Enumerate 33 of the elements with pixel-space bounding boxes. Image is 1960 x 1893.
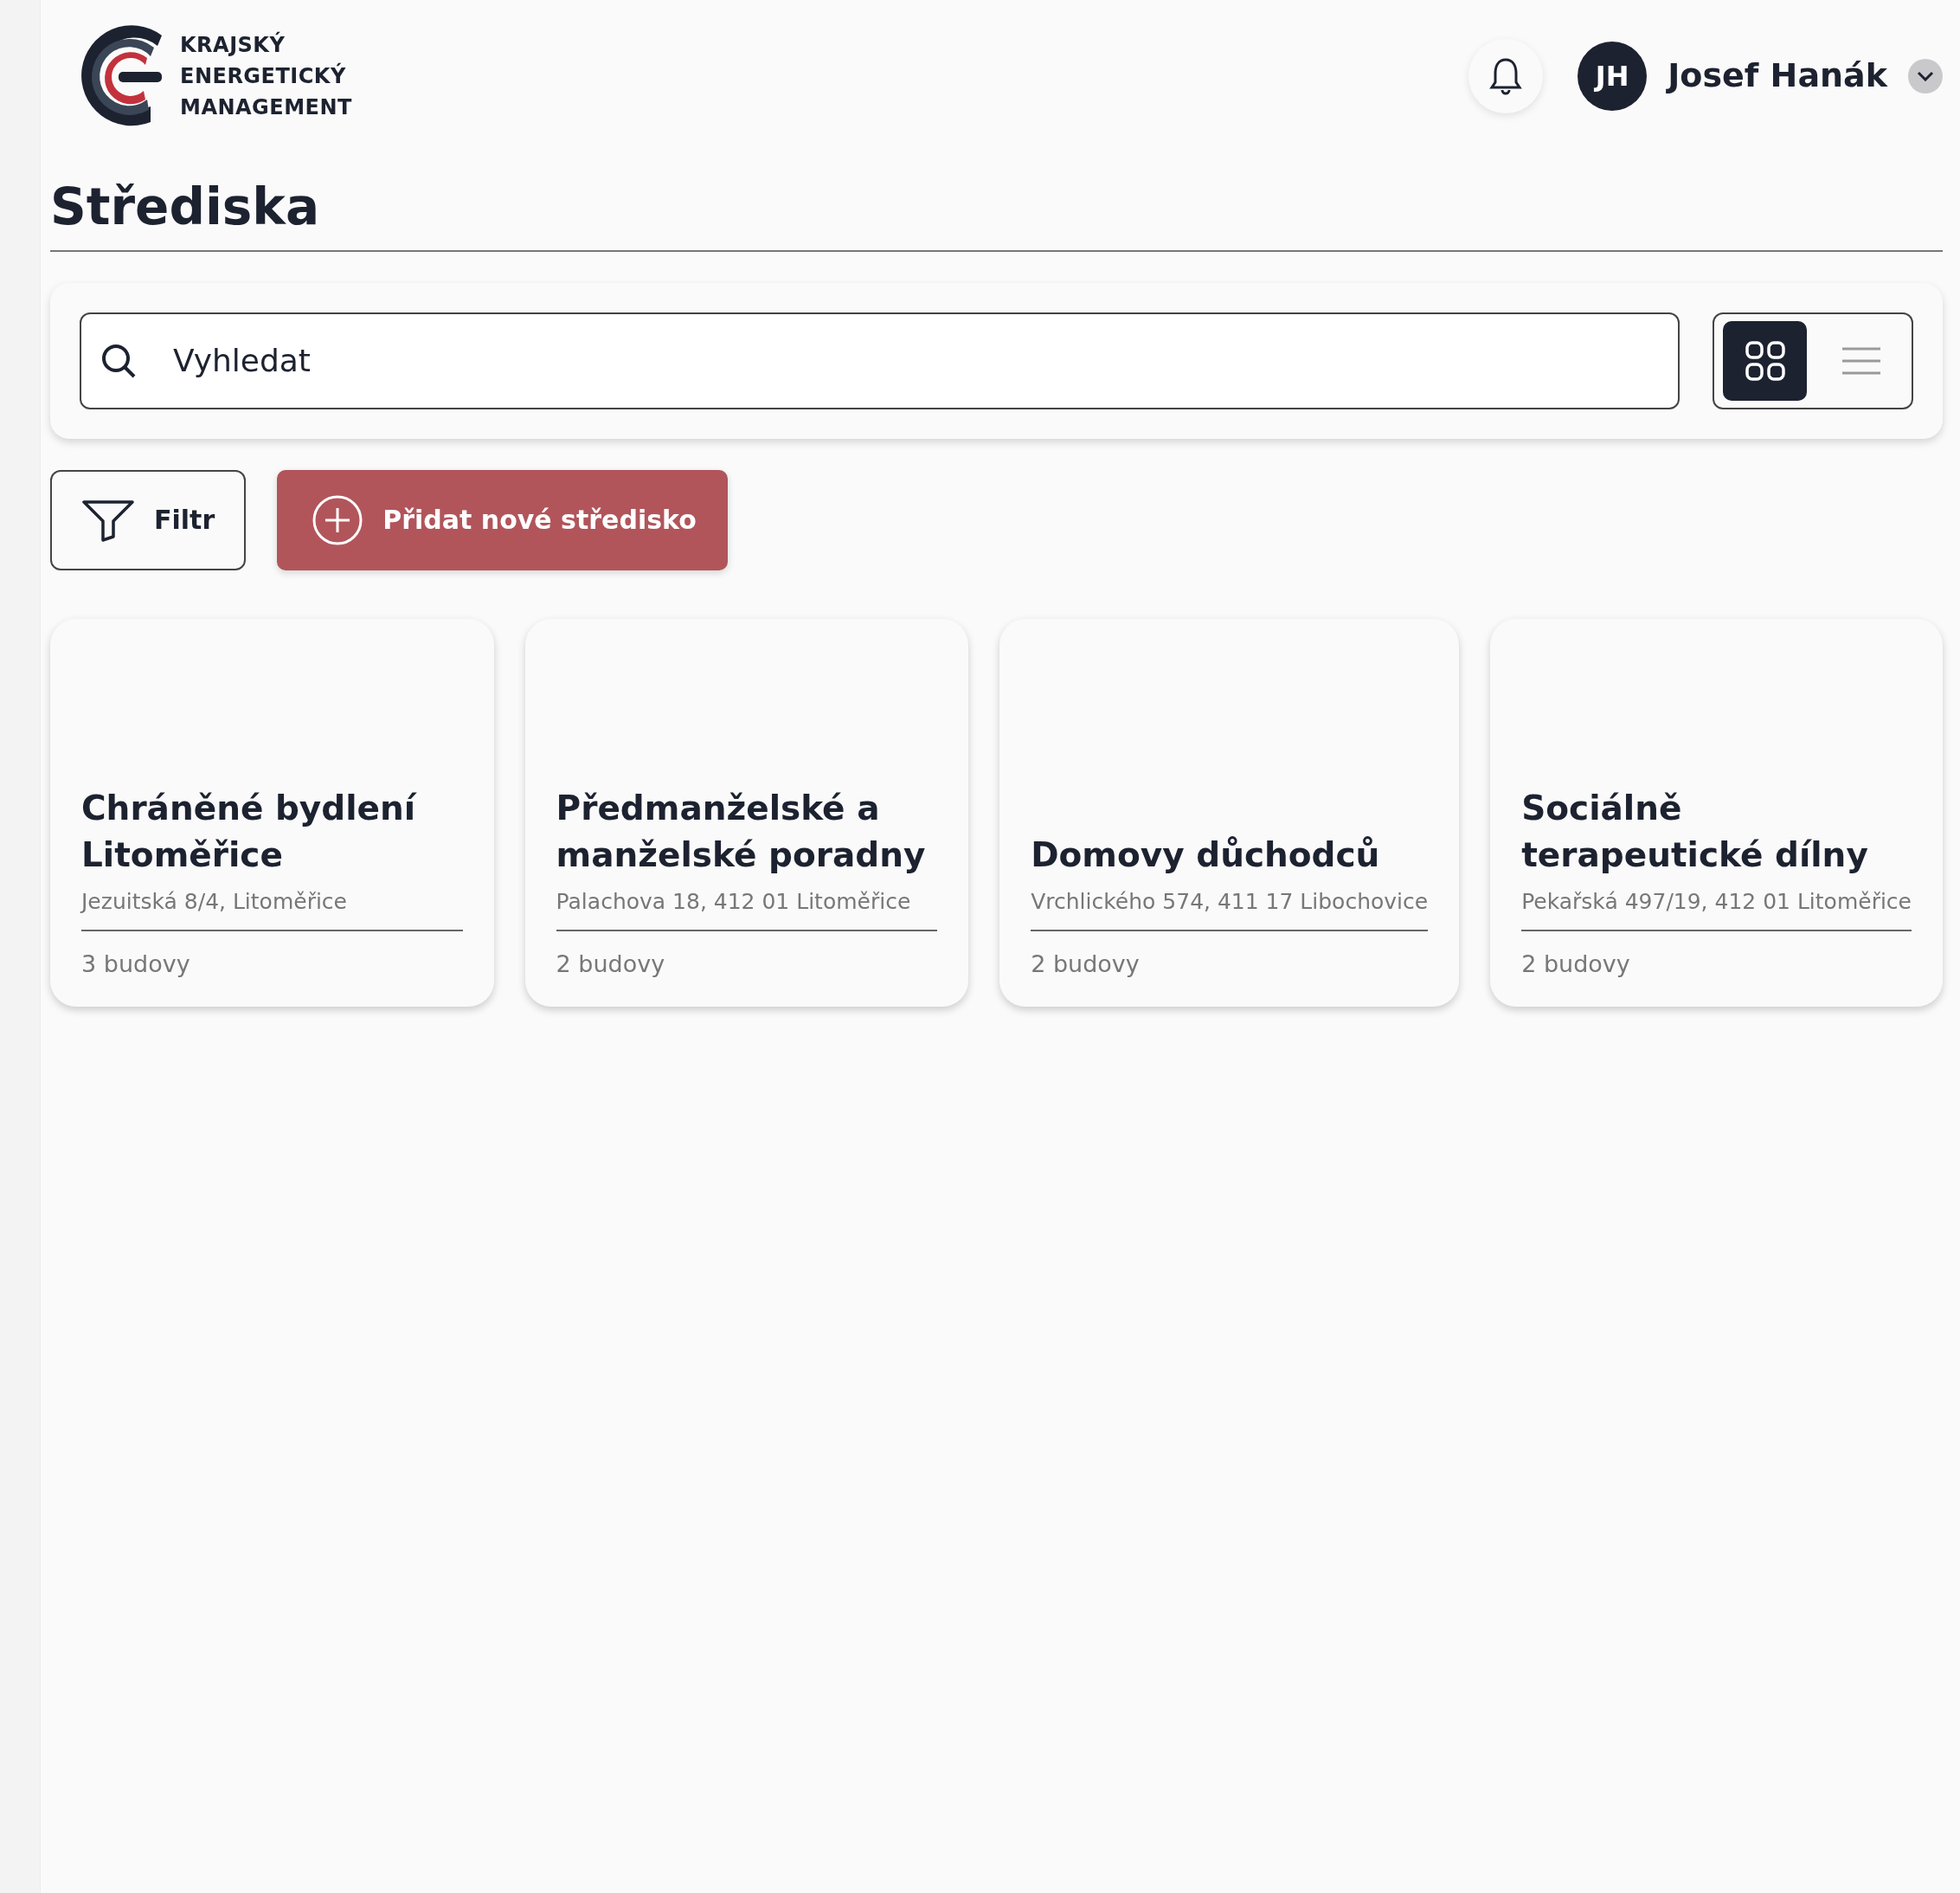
center-card[interactable]: Předmanželské a manželské poradny Palachova 18, 412 01 Litoměřice 2 budovy: [524, 618, 969, 1007]
center-card[interactable]: Chráněné bydlení Litoměřice Jezuitská 8/4, Litoměřice 3 budovy: [50, 618, 494, 1007]
grid-view-button[interactable]: [1723, 320, 1807, 401]
center-card[interactable]: Sociálně terapeutické dílny Pekařská 497/19, 412 01 Litoměřice 2 budovy: [1490, 618, 1943, 1007]
center-title: Sociálně terapeutické dílny: [1521, 787, 1869, 876]
center-address: Jezuitská 8/4, Litoměřice: [81, 878, 463, 932]
building-count: 2 budovy: [556, 950, 666, 980]
funnel-icon: [81, 498, 135, 542]
logo-text: ENERGETICKÝ: [180, 61, 347, 90]
center-card[interactable]: Domovy důchodců Vrchlického 574, 411 17 Libochovice 2 budovy: [999, 618, 1460, 1007]
center-title: Domovy důchodců: [1031, 834, 1381, 876]
center-address: Pekařská 497/19, 412 01 Litoměřice: [1521, 878, 1912, 932]
chevron-down-icon: [1917, 70, 1934, 81]
building-count: 3 budovy: [81, 950, 191, 980]
user-menu-button[interactable]: [1908, 58, 1943, 93]
search-icon: [100, 342, 137, 379]
menu-icon: [1840, 345, 1882, 376]
center-title: Chráněné bydlení Litoměřice: [81, 787, 418, 876]
search-field[interactable]: Vyhledat: [80, 312, 1680, 409]
plus-circle-icon: [312, 493, 364, 546]
center-address: Vrchlického 574, 411 17 Libochovice: [1031, 878, 1429, 932]
page-title: Střediska: [50, 151, 1943, 252]
building-count: 2 budovy: [1031, 950, 1141, 980]
center-address: Palachova 18, 412 01 Litoměřice: [556, 878, 938, 932]
center-title: Předmanželské a manželské poradny: [556, 787, 927, 876]
user-name: Josef Hanák: [1668, 55, 1887, 96]
filter-button[interactable]: Filtr: [50, 469, 247, 570]
logo-text: MANAGEMENT: [180, 93, 352, 121]
logo-text: KRAJSKÝ: [180, 30, 286, 59]
user-avatar: JH: [1578, 41, 1648, 111]
grid-icon: [1744, 339, 1786, 382]
building-count: 2 budovy: [1521, 950, 1631, 980]
add-center-button[interactable]: Přidat nové středisko: [277, 469, 728, 570]
